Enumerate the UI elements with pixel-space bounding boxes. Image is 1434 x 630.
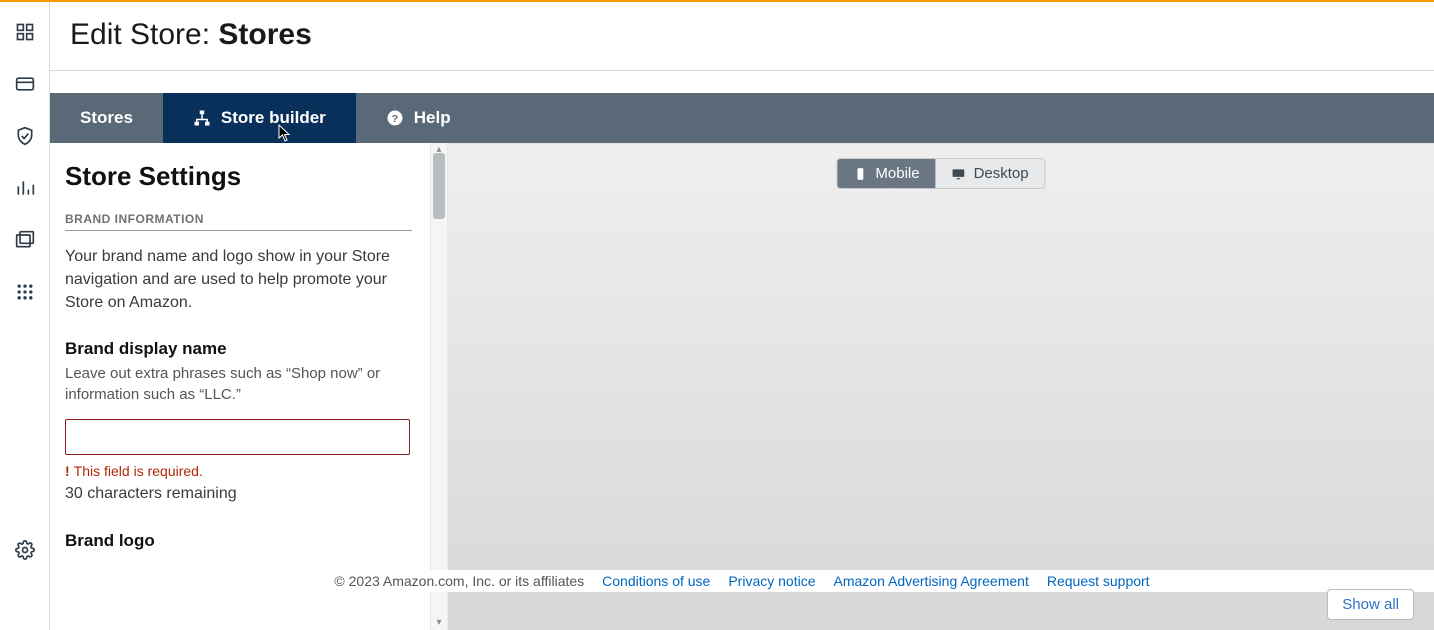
device-mobile[interactable]: Mobile xyxy=(837,159,935,188)
footer-link-agreement[interactable]: Amazon Advertising Agreement xyxy=(834,573,1029,589)
footer-copyright: © 2023 Amazon.com, Inc. or its affiliate… xyxy=(334,573,584,589)
alert-icon: ! xyxy=(65,463,70,479)
settings-panel: Store Settings BRAND INFORMATION Your br… xyxy=(50,143,430,630)
card-icon[interactable] xyxy=(15,74,35,94)
titlebar: Edit Store: Stores xyxy=(50,0,1434,71)
device-desktop[interactable]: Desktop xyxy=(936,159,1045,188)
settings-scrollbar[interactable]: ▴ ▾ xyxy=(430,143,448,630)
tab-help[interactable]: ? Help xyxy=(356,93,481,143)
brand-name-hint: Leave out extra phrases such as “Shop no… xyxy=(65,363,395,405)
main-area: Edit Store: Stores Stores Store builder … xyxy=(50,0,1434,630)
apps-icon[interactable] xyxy=(15,282,35,302)
brand-name-error: ! This field is required. xyxy=(65,463,412,479)
brand-name-input[interactable] xyxy=(65,419,410,455)
tab-nav: Stores Store builder ? Help xyxy=(50,93,1434,143)
device-mobile-label: Mobile xyxy=(875,165,919,182)
gear-icon[interactable] xyxy=(15,540,35,560)
device-desktop-label: Desktop xyxy=(974,165,1029,182)
brand-logo-label: Brand logo xyxy=(65,531,412,551)
brand-section-desc: Your brand name and logo show in your St… xyxy=(65,245,405,315)
device-toggle: Mobile Desktop xyxy=(836,158,1045,189)
brand-name-label: Brand display name xyxy=(65,339,412,359)
page-title-prefix: Edit Store: xyxy=(70,18,210,51)
dashboard-icon[interactable] xyxy=(15,22,35,42)
svg-text:?: ? xyxy=(392,113,398,125)
page-title-name: Stores xyxy=(218,18,311,51)
shield-icon[interactable] xyxy=(15,126,35,146)
tab-stores[interactable]: Stores xyxy=(50,93,163,143)
help-icon: ? xyxy=(386,109,404,127)
scroll-down-arrow[interactable]: ▾ xyxy=(431,616,447,630)
app: Edit Store: Stores Stores Store builder … xyxy=(0,0,1434,630)
tab-store-builder-label: Store builder xyxy=(221,108,326,128)
icon-rail xyxy=(0,0,50,630)
tab-store-builder[interactable]: Store builder xyxy=(163,93,356,143)
tab-help-label: Help xyxy=(414,108,451,128)
mobile-icon xyxy=(853,167,867,181)
brand-name-remaining: 30 characters remaining xyxy=(65,485,412,503)
desktop-icon xyxy=(952,167,966,181)
show-all-label: Show all xyxy=(1342,596,1399,613)
page-title: Edit Store: Stores xyxy=(70,18,1434,52)
brand-name-error-text: This field is required. xyxy=(74,463,203,479)
show-all-button[interactable]: Show all xyxy=(1327,589,1414,620)
footer-link-privacy[interactable]: Privacy notice xyxy=(728,573,815,589)
settings-heading: Store Settings xyxy=(65,161,412,192)
media-icon[interactable] xyxy=(15,230,35,250)
preview-pane: Mobile Desktop xyxy=(448,143,1434,630)
footer-link-support[interactable]: Request support xyxy=(1047,573,1150,589)
content-split: Store Settings BRAND INFORMATION Your br… xyxy=(50,143,1434,630)
footer: © 2023 Amazon.com, Inc. or its affiliate… xyxy=(50,570,1434,592)
scroll-thumb[interactable] xyxy=(433,153,445,219)
tab-stores-label: Stores xyxy=(80,108,133,128)
brand-section-head: BRAND INFORMATION xyxy=(65,212,412,231)
footer-link-conditions[interactable]: Conditions of use xyxy=(602,573,710,589)
top-accent xyxy=(0,0,1434,2)
chart-icon[interactable] xyxy=(15,178,35,198)
sitemap-icon xyxy=(193,109,211,127)
